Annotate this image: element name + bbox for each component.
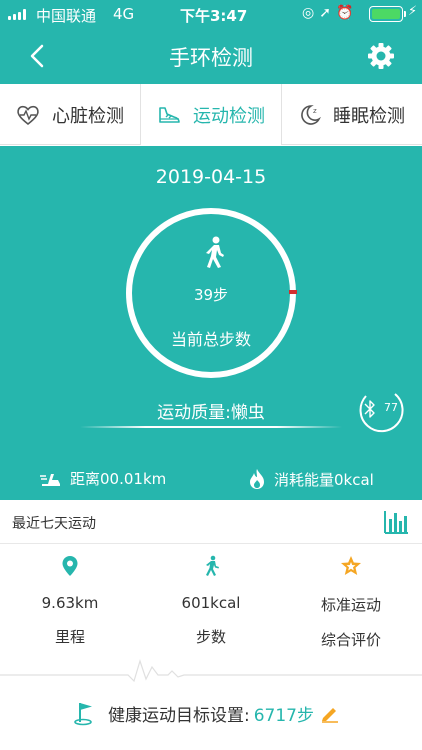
steps-label: 当前总步数 xyxy=(170,330,251,349)
metric-distance-value: 9.63km xyxy=(41,594,99,612)
star-badge-icon xyxy=(341,556,361,575)
charging-icon: ⚡ xyxy=(408,4,418,19)
bluetooth-ring-icon xyxy=(359,393,404,433)
steps-count: 39步 xyxy=(193,286,229,304)
gear-icon[interactable] xyxy=(366,41,396,71)
metric-rating-value: 标准运动 xyxy=(320,596,381,614)
metric-rating-name: 综合评价 xyxy=(320,631,381,649)
svg-text:z: z xyxy=(313,107,317,115)
status-bar: 中国联通 4G 下午3:47 ◎➚⏰ ⚡ xyxy=(0,0,422,28)
moon-icon: z xyxy=(301,104,321,125)
goal-label: 健康运动目标设置: xyxy=(108,705,250,726)
quality-underline xyxy=(80,426,342,428)
bar-chart-icon[interactable] xyxy=(383,509,409,535)
shoe-speed-icon xyxy=(40,473,60,486)
energy-stat: 消耗能量0kcal xyxy=(248,468,374,490)
shoe-icon xyxy=(159,106,180,123)
tab-sleep-label: 睡眠检测 xyxy=(333,105,405,127)
battery-tip xyxy=(404,11,406,17)
battery-icon xyxy=(369,6,403,22)
tab-bar: 心脏检测 运动检测 z 睡眠检测 xyxy=(0,84,422,145)
distance-stat: 距离00.01km xyxy=(40,468,166,489)
pulse-divider xyxy=(0,659,422,683)
clock: 下午3:47 xyxy=(180,7,248,25)
heart-pulse-icon xyxy=(17,105,39,125)
runner-icon xyxy=(206,555,219,576)
recent-week-label: 最近七天运动 xyxy=(12,516,96,532)
metric-rating: 标准运动 综合评价 xyxy=(281,545,421,650)
flag-icon xyxy=(74,703,92,726)
date-label: 2019-04-15 xyxy=(155,166,267,188)
metric-energy-value: 601kcal xyxy=(181,594,241,612)
bluetooth-status[interactable]: 77 xyxy=(356,384,406,434)
exercise-summary-panel: 2019-04-15 39步 当前总步数 运动质量:懒虫 77 距离00.01k… xyxy=(0,146,422,500)
walking-person-icon xyxy=(206,236,224,268)
goal-setting[interactable]: 健康运动目标设置: 6717步 xyxy=(0,688,422,738)
metric-distance: 9.63km 里程 xyxy=(0,545,140,647)
metric-distance-name: 里程 xyxy=(54,628,85,646)
pencil-icon[interactable] xyxy=(320,703,340,723)
bluetooth-value: 77 xyxy=(384,401,398,414)
network-type: 4G xyxy=(113,5,135,23)
signal-icon xyxy=(8,9,30,20)
steps-ring: 39步 当前总步数 xyxy=(126,208,297,378)
energy-value: 消耗能量0kcal xyxy=(274,470,374,489)
metric-energy-name: 步数 xyxy=(195,628,226,646)
carrier-name: 中国联通 xyxy=(36,7,97,25)
recent-week-header: 最近七天运动 xyxy=(0,500,422,544)
distance-value: 距离00.01km xyxy=(70,470,167,488)
progress-marker xyxy=(289,290,297,294)
nav-bar: 手环检测 xyxy=(0,28,422,84)
flame-icon xyxy=(250,469,264,489)
tab-heart-label: 心脏检测 xyxy=(52,105,124,127)
tab-sleep[interactable]: z 睡眠检测 xyxy=(282,84,422,145)
tab-exercise-label: 运动检测 xyxy=(193,105,265,127)
page-title: 手环检测 xyxy=(169,46,253,70)
system-icons: ◎➚⏰ xyxy=(302,5,359,21)
goal-value: 6717步 xyxy=(253,705,314,726)
tab-exercise[interactable]: 运动检测 xyxy=(141,84,281,145)
metric-energy: 601kcal 步数 xyxy=(141,545,281,647)
location-pin-icon xyxy=(62,556,78,576)
tab-heart[interactable]: 心脏检测 xyxy=(0,84,140,145)
weekly-metrics: 9.63km 里程 601kcal 步数 标准运动 综合评价 xyxy=(0,545,422,665)
